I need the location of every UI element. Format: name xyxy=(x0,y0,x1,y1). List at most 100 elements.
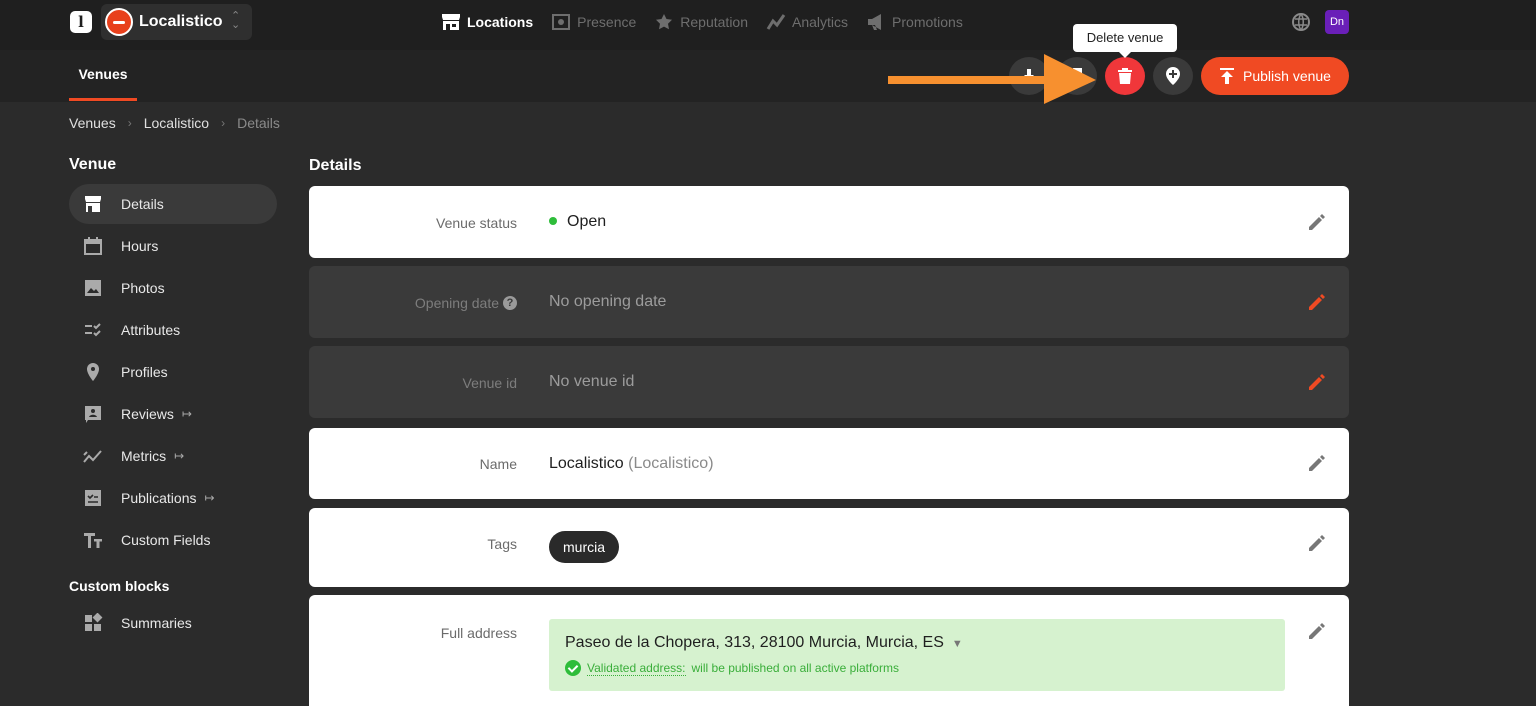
add-location-button[interactable] xyxy=(1153,57,1193,95)
chevron-right-icon: › xyxy=(221,116,226,130)
nav-label: Analytics xyxy=(792,14,849,30)
breadcrumb: Venues › Localistico › Details xyxy=(69,115,280,131)
external-link-icon: ↦ xyxy=(204,491,215,505)
help-icon[interactable]: ? xyxy=(503,296,517,311)
status-dot-icon xyxy=(549,216,557,225)
sidebar-item-profiles[interactable]: Profiles xyxy=(69,352,277,392)
name-value: Localistico (Localistico) xyxy=(549,455,714,473)
name-card: Name Localistico (Localistico) xyxy=(309,428,1349,499)
custom-blocks-title: Custom blocks xyxy=(69,578,170,594)
check-circle-icon xyxy=(565,660,581,676)
nav-presence[interactable]: Presence xyxy=(551,10,636,34)
add-pin-icon xyxy=(1166,67,1180,85)
top-navigation: l Localistico ⌃ ⌄ Locations Presence Repu… xyxy=(0,0,1536,50)
field-label: Venue id xyxy=(462,375,518,391)
sidebar-item-summaries[interactable]: Summaries xyxy=(69,603,277,643)
globe-icon[interactable] xyxy=(1291,12,1311,32)
analytics-icon xyxy=(766,14,786,30)
reputation-icon xyxy=(656,14,673,30)
external-link-icon: ↦ xyxy=(174,449,185,463)
sidebar-item-label: Reviews xyxy=(121,406,174,422)
caret-down-icon: ▼ xyxy=(951,638,963,650)
pencil-icon[interactable] xyxy=(1307,212,1327,232)
workspace-name: Localistico xyxy=(139,13,223,30)
image-icon xyxy=(85,280,101,296)
chevron-updown-icon: ⌃ ⌄ xyxy=(231,10,241,31)
nav-reputation[interactable]: Reputation xyxy=(654,10,748,34)
opening-date-card: Opening date? No opening date xyxy=(309,266,1349,338)
workspace-switcher[interactable]: Localistico ⌃ ⌄ xyxy=(101,4,252,40)
sidebar-item-reviews[interactable]: Reviews ↦ xyxy=(69,394,277,434)
publish-venue-button[interactable]: Publish venue xyxy=(1201,57,1349,95)
pencil-icon[interactable] xyxy=(1307,372,1327,392)
pencil-icon[interactable] xyxy=(1307,292,1327,312)
presence-icon xyxy=(552,14,571,30)
sidebar-item-label: Attributes xyxy=(121,322,181,338)
sidebar-item-hours[interactable]: Hours xyxy=(69,226,277,266)
sidebar-item-attributes[interactable]: Attributes xyxy=(69,310,277,350)
sidebar-item-label: Details xyxy=(121,196,164,212)
opening-date-label: Opening date xyxy=(414,295,499,311)
field-label: Tags xyxy=(487,536,517,552)
name-primary: Localistico xyxy=(549,455,624,472)
tab-venues[interactable]: Venues xyxy=(69,66,137,82)
page-title: Details xyxy=(309,157,362,174)
delete-venue-button[interactable] xyxy=(1105,57,1145,95)
tag-chip[interactable]: murcia xyxy=(549,531,620,563)
breadcrumb-localistico[interactable]: Localistico xyxy=(144,115,209,131)
tags-card: Tags murcia xyxy=(309,508,1349,587)
calendar-icon xyxy=(84,237,102,255)
nav-label: Locations xyxy=(467,14,534,30)
megaphone-icon xyxy=(868,14,882,30)
sidebar-item-label: Summaries xyxy=(121,615,192,631)
pencil-icon[interactable] xyxy=(1307,453,1327,473)
pencil-icon[interactable] xyxy=(1307,621,1327,641)
address-card: Full address Paseo de la Chopera, 313, 2… xyxy=(309,595,1349,706)
address-value[interactable]: Paseo de la Chopera, 313, 28100 Murcia, … xyxy=(565,634,963,652)
tags-list: murcia xyxy=(549,531,620,563)
active-tab-indicator xyxy=(69,98,137,101)
validated-link[interactable]: Validated address: xyxy=(587,661,686,676)
pencil-icon[interactable] xyxy=(1307,533,1327,553)
store-icon xyxy=(85,196,101,212)
nav-label: Reputation xyxy=(680,14,748,30)
validated-text: will be published on all active platform… xyxy=(691,661,899,675)
name-secondary: (Localistico) xyxy=(628,455,714,472)
upload-icon xyxy=(1220,68,1235,84)
nav-analytics[interactable]: Analytics xyxy=(766,10,848,34)
sidebar-item-publications[interactable]: Publications ↦ xyxy=(69,478,277,518)
venue-status-value: Open xyxy=(549,213,606,231)
nav-label: Promotions xyxy=(892,14,963,30)
field-label: Venue status xyxy=(436,215,517,231)
user-avatar[interactable]: Dn xyxy=(1325,10,1349,34)
status-text: Open xyxy=(567,213,607,230)
trash-icon xyxy=(1118,68,1132,84)
sidebar-item-custom-fields[interactable]: Custom Fields xyxy=(69,520,277,560)
review-icon xyxy=(85,406,101,423)
sidebar-item-label: Custom Fields xyxy=(121,532,211,548)
nav-locations[interactable]: Locations xyxy=(441,10,533,34)
sidebar-item-photos[interactable]: Photos xyxy=(69,268,277,308)
breadcrumb-venues[interactable]: Venues xyxy=(69,115,116,131)
publish-label: Publish venue xyxy=(1243,68,1331,84)
venue-id-value: No venue id xyxy=(549,373,635,390)
sidebar-item-metrics[interactable]: Metrics ↦ xyxy=(69,436,277,476)
app-logo[interactable]: l xyxy=(70,11,92,33)
nav-label: Presence xyxy=(577,14,637,30)
nav-promotions[interactable]: Promotions xyxy=(866,10,963,34)
sidebar-item-label: Hours xyxy=(121,238,159,254)
delete-tooltip: Delete venue xyxy=(1073,24,1177,58)
text-format-icon xyxy=(84,533,102,548)
dashboard-icon xyxy=(85,613,103,631)
sidebar-title: Venue xyxy=(69,156,117,173)
venue-status-card: Venue status Open xyxy=(309,186,1349,258)
checklist-icon xyxy=(85,323,101,337)
sidebar-item-label: Photos xyxy=(121,280,165,296)
field-label: Name xyxy=(479,456,517,472)
sidebar-item-label: Profiles xyxy=(121,364,168,380)
external-link-icon: ↦ xyxy=(181,407,192,421)
sidebar-item-details[interactable]: Details xyxy=(69,184,277,224)
workspace-avatar xyxy=(105,8,133,36)
venue-id-card: Venue id No venue id xyxy=(309,346,1349,418)
sidebar-item-label: Publications xyxy=(121,490,197,506)
